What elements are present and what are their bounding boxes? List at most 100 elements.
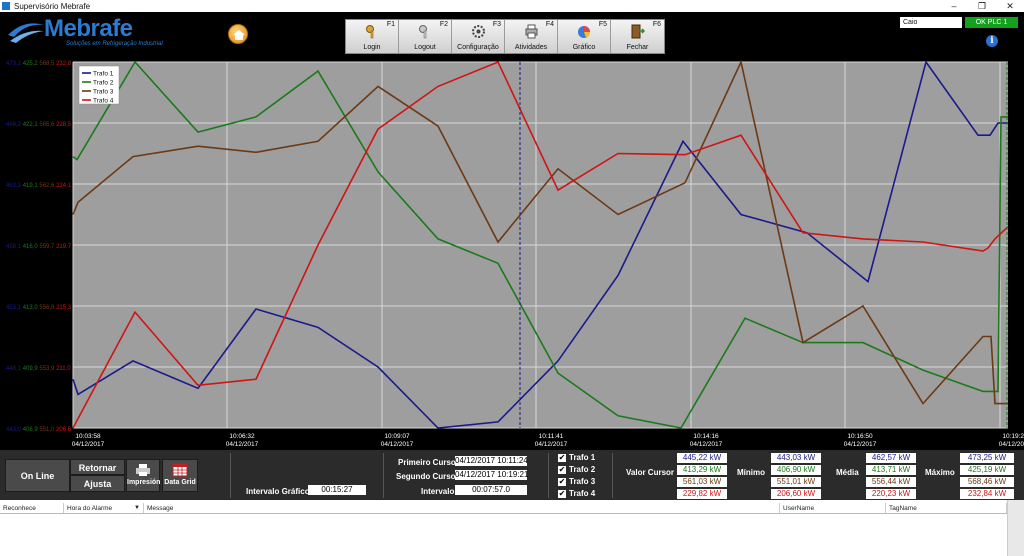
valor-cursor-trafo3-field: 561,03 kW	[677, 477, 727, 487]
panel-divider	[383, 453, 384, 498]
media-label: Média	[836, 468, 859, 477]
primeiro-cursor-field[interactable]: 04/12/2017 10:11:24	[455, 456, 528, 466]
alarm-table: Reconhece Hora do Alarme ▼ Message UserNa…	[0, 500, 1024, 556]
logo-name: Mebrafe	[44, 15, 133, 42]
y-tick-label: 463,2 419,1 562,6 224,1	[6, 183, 72, 189]
home-button[interactable]	[228, 24, 248, 44]
intervalo-field[interactable]: 00:07:57.0	[455, 485, 527, 495]
atividades-button[interactable]: F4 Atividades	[505, 20, 558, 53]
trafo4-checkbox[interactable]: ✔ Trafo 4	[558, 489, 595, 498]
logo: Mebrafe Soluções em Refrigeração Industr…	[6, 15, 163, 51]
legend-label-trafo3: Trafo 3	[93, 89, 114, 96]
intervalo-grafico-field[interactable]: 00:15:27	[308, 485, 366, 495]
key-icon	[366, 25, 374, 39]
x-tick-time: 10:06:32	[229, 433, 255, 440]
segundo-cursor-field[interactable]: 04/12/2017 10:19:21	[455, 470, 528, 480]
intervalo-label: Intervalo	[421, 487, 455, 496]
alarm-scrollbar[interactable]	[1007, 500, 1024, 556]
legend-label-trafo1: Trafo 1	[93, 71, 114, 78]
minimize-button[interactable]: –	[940, 1, 968, 12]
x-tick-time: 10:03:58	[75, 433, 101, 440]
window-titlebar: Supervisório Mebrafe – ❐ ✕	[0, 0, 1024, 12]
logout-button[interactable]: F2 Logout	[399, 20, 452, 53]
login-button[interactable]: F1 Login	[346, 20, 399, 53]
alarm-table-header: Reconhece Hora do Alarme ▼ Message UserNa…	[0, 503, 1007, 514]
x-tick-date: 04/12/2017	[226, 441, 259, 448]
app-icon	[2, 2, 10, 10]
segundo-cursor-label: Segundo Cursor	[396, 472, 459, 481]
maximo-trafo2-field: 425,19 kW	[960, 465, 1014, 475]
key-out-icon	[419, 25, 427, 39]
minimo-trafo3-field: 551,01 kW	[771, 477, 821, 487]
online-button[interactable]: On Line	[5, 459, 70, 492]
x-tick-date: 04/12/2017	[72, 441, 105, 448]
printer-list-icon	[525, 24, 538, 39]
checkbox-check-icon: ✔	[558, 488, 566, 498]
minimo-trafo1-field: 443,03 kW	[771, 453, 821, 463]
col-reconhece[interactable]: Reconhece	[0, 503, 64, 513]
y-tick-label: 443,0 406,9 551,0 206,6	[6, 427, 72, 433]
x-tick-time: 10:19:25	[1002, 433, 1024, 440]
retornar-button[interactable]: Retornar	[70, 459, 125, 475]
y-tick-label: 448,1 409,9 553,9 211,0	[6, 366, 71, 372]
trafo3-checkbox[interactable]: ✔ Trafo 3	[558, 477, 595, 486]
ajusta-button[interactable]: Ajusta	[70, 475, 125, 492]
user-field[interactable]: Caio	[900, 17, 962, 28]
valor-cursor-trafo4-field: 229,82 kW	[677, 489, 727, 499]
x-tick-date: 04/12/2017	[535, 441, 568, 448]
valor-cursor-trafo1-field: 445,22 kW	[677, 453, 727, 463]
window-title: Supervisório Mebrafe	[14, 1, 91, 11]
maximo-trafo1-field: 473,25 kW	[960, 453, 1014, 463]
close-button[interactable]: ✕	[996, 1, 1024, 12]
y-tick-label: 453,1 413,0 556,8 215,3	[6, 305, 72, 311]
home-icon	[233, 30, 245, 40]
logo-swoosh-icon	[8, 23, 44, 43]
toolbar: F1 Login F2 Logout F3 Configuração F4 At…	[345, 19, 665, 54]
col-username[interactable]: UserName	[780, 503, 886, 513]
trend-chart: 473,2 425,2 568,5 232,8 468,2 422,1 565,6…	[0, 54, 1024, 450]
x-tick-date: 04/12/2017	[999, 441, 1024, 448]
exit-icon	[631, 24, 645, 39]
logo-tagline: Soluções em Refrigeração Industrial	[66, 41, 163, 47]
media-trafo2-field: 413,71 kW	[866, 465, 916, 475]
minimo-trafo4-field: 206,60 kW	[771, 489, 821, 499]
x-tick-time: 10:16:50	[847, 433, 873, 440]
col-tagname[interactable]: TagName	[886, 503, 1007, 513]
checkbox-check-icon: ✔	[558, 464, 566, 474]
col-message[interactable]: Message	[144, 503, 780, 513]
grid-label: Data Grid	[164, 479, 196, 486]
media-trafo3-field: 556,44 kW	[866, 477, 916, 487]
valor-cursor-label: Valor Cursor	[626, 468, 675, 477]
data-grid-button[interactable]: Data Grid	[162, 459, 198, 492]
minimo-trafo2-field: 406,90 kW	[771, 465, 821, 475]
trend-chart-svg[interactable]: 473,2 425,2 568,5 232,8 468,2 422,1 565,6…	[0, 54, 1024, 450]
panel-divider	[612, 453, 613, 498]
minimo-label: Mínimo	[737, 468, 765, 477]
primeiro-cursor-label: Primeiro Cursor	[398, 458, 459, 467]
x-tick-time: 10:14:16	[693, 433, 719, 440]
y-tick-label: 458,1 416,0 559,7 219,7	[6, 244, 72, 250]
x-tick-date: 04/12/2017	[381, 441, 414, 448]
trafo2-checkbox[interactable]: ✔ Trafo 2	[558, 465, 595, 474]
maximo-trafo3-field: 568,46 kW	[960, 477, 1014, 487]
control-panel: On Line Retornar Ajusta Impresión Data G…	[0, 450, 1024, 500]
col-hora-alarme[interactable]: Hora do Alarme ▼	[64, 503, 144, 513]
maximize-button[interactable]: ❐	[968, 1, 996, 12]
grid-icon	[172, 463, 188, 477]
x-tick-date: 04/12/2017	[844, 441, 877, 448]
checkbox-check-icon: ✔	[558, 476, 566, 486]
print-button[interactable]: Impresión	[126, 459, 160, 492]
trafo1-checkbox[interactable]: ✔ Trafo 1	[558, 453, 595, 462]
maximo-trafo4-field: 232,84 kW	[960, 489, 1014, 499]
y-tick-label: 468,2 422,1 565,6 228,5	[6, 122, 72, 128]
info-icon[interactable]: i	[986, 35, 998, 47]
configuracao-button[interactable]: F3 Configuração	[452, 20, 505, 53]
gear-icon	[472, 25, 485, 38]
grafico-button[interactable]: F5 Gráfico	[558, 20, 611, 53]
media-trafo4-field: 220,23 kW	[866, 489, 916, 499]
chart-icon	[578, 26, 590, 38]
y-tick-label: 473,2 425,2 568,5 232,8	[6, 61, 72, 67]
fechar-button[interactable]: F6 Fechar	[611, 20, 664, 53]
x-tick-time: 10:11:41	[539, 433, 564, 440]
media-trafo1-field: 462,57 kW	[866, 453, 916, 463]
